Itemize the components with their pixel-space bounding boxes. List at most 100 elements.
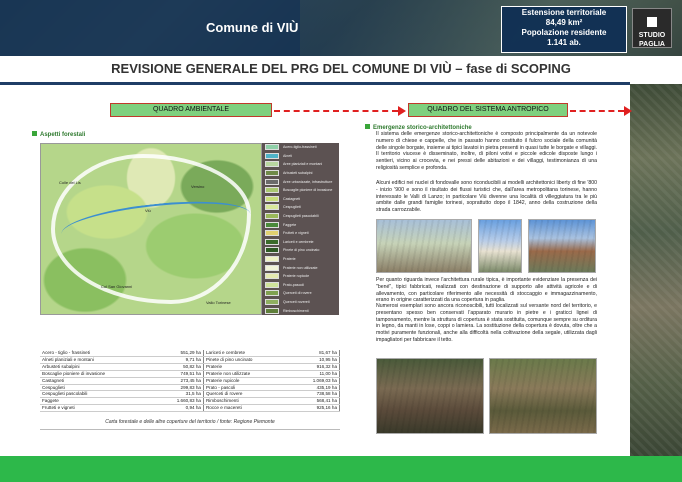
- map-caption: Carta forestale e delle altre coperture …: [105, 419, 275, 425]
- arrow-head-icon: [624, 106, 632, 116]
- quadro-ambientale-button[interactable]: QUADRO AMBIENTALE: [110, 103, 272, 117]
- legend-swatch: [265, 195, 279, 202]
- table-cell: Cespuglieti pascolabili: [40, 390, 155, 399]
- legend-label: Castagneti: [283, 196, 301, 201]
- forest-map: Viù Colle del Lis Versino Col San Giovan…: [40, 143, 262, 315]
- legend-item: Querceti rovereti: [262, 298, 339, 307]
- caption-rule: [40, 429, 340, 430]
- legend-swatch: [265, 178, 279, 185]
- table-row: Arbusteti subalpini 50,82 ha Praterie 916,3…: [40, 363, 341, 371]
- table-cell: 925,16 ha: [290, 404, 341, 413]
- legend-item: Praterie non utilizzate: [262, 263, 339, 272]
- table-row: Cespuglieti 299,83 ha Prato - pascoli 435,1…: [40, 384, 341, 392]
- table-cell: Praterie rupicole: [203, 377, 291, 385]
- map-legend: Acero-tiglio-frassineti Alneti Aree planiz…: [262, 143, 339, 315]
- photo-stone-building: [489, 358, 597, 434]
- left-heading-text: Aspetti forestali: [40, 132, 86, 138]
- legend-swatch: [265, 247, 279, 254]
- map-label: Versino: [191, 184, 205, 189]
- legend-item: Cespuglieti pascolabili: [262, 212, 339, 221]
- table-row: Frutteti e vigneti 0,94 ha Rocce e maceret…: [40, 404, 341, 413]
- bullet-square-icon: [365, 124, 370, 129]
- left-section-heading: Aspetti forestali: [32, 131, 85, 138]
- table-cell: 916,32 ha: [290, 363, 341, 371]
- legend-label: Prato-pascoli: [283, 282, 304, 287]
- legend-label: Boscaglie pioniere di invasione: [283, 188, 333, 193]
- legend-swatch: [265, 152, 279, 159]
- legend-item: Boscaglie pioniere di invasione: [262, 186, 339, 195]
- paragraph-bene: Numerosi esemplari sono ancora riconosci…: [376, 303, 597, 343]
- legend-swatch: [265, 290, 279, 297]
- table-cell: 11,00 ha: [290, 370, 341, 378]
- arrow-line: [274, 110, 398, 112]
- map-label: Colle del Lis: [59, 180, 81, 185]
- legend-label: Querceti di rovere: [283, 291, 312, 296]
- footer-bar: [0, 456, 682, 482]
- info-line: Popolazione residente: [521, 28, 607, 37]
- info-line: 84,49 km²: [545, 18, 583, 27]
- legend-label: Faggete: [283, 222, 297, 227]
- legend-label: Frutteti e vigneti: [283, 231, 309, 236]
- table-cell: Rimboschimenti: [203, 397, 291, 406]
- table-cell: 0,94 ha: [154, 404, 204, 413]
- territory-info-box: Estensione territoriale 84,49 km² Popola…: [501, 6, 627, 53]
- legend-swatch: [265, 144, 279, 151]
- legend-item: Frutteti e vigneti: [262, 229, 339, 238]
- legend-item: Prato-pascoli: [262, 281, 339, 290]
- table-cell: 435,19 ha: [290, 384, 341, 392]
- legend-item: Lariceti e cembrete: [262, 238, 339, 247]
- table-cell: Querceti di rovere: [203, 390, 291, 399]
- table-cell: Faggete: [40, 397, 155, 406]
- right-section-heading: Emergenze storico-architettoniche: [365, 124, 472, 131]
- legend-item: Aree urbanizzate, infrastrutture: [262, 177, 339, 186]
- arrow-line: [570, 110, 624, 112]
- legend-label: Praterie rupicole: [283, 274, 310, 279]
- table-row: Faggete 1.660,83 ha Rimboschimenti 568,41 h…: [40, 397, 341, 406]
- photo-liberty-villa: [376, 219, 472, 273]
- table-cell: Arbusteti subalpini: [40, 363, 155, 371]
- logo-square-icon: [647, 17, 657, 27]
- legend-item: Praterie: [262, 255, 339, 264]
- legend-label: Aree planiziali e montani: [283, 162, 323, 167]
- paragraph-rural: Per quanto riguarda invece l'architettur…: [376, 277, 597, 304]
- legend-label: Aree urbanizzate, infrastrutture: [283, 179, 333, 184]
- table-cell: 50,82 ha: [154, 363, 204, 371]
- legend-label: Cespuglieti: [283, 205, 301, 210]
- legend-swatch: [265, 281, 279, 288]
- table-cell: Frutteti e vigneti: [40, 404, 155, 413]
- table-cell: 1.660,83 ha: [154, 397, 204, 406]
- quadro-antropico-button[interactable]: QUADRO DEL SISTEMA ANTROPICO: [408, 103, 568, 117]
- legend-item: Arbusteti subalpini: [262, 169, 339, 178]
- page-title: REVISIONE GENERALE DEL PRG DEL COMUNE DI…: [111, 61, 571, 76]
- header-banner: Comune di VIÙ Estensione territoriale 84…: [0, 0, 682, 56]
- legend-item: Acero-tiglio-frassineti: [262, 143, 339, 152]
- info-line: 1.141 ab.: [547, 38, 581, 47]
- legend-swatch: [265, 256, 279, 263]
- table-cell: 31,5 ha: [154, 390, 204, 399]
- logo-text: PAGLIA: [639, 41, 665, 48]
- table-cell: Cespuglieti: [40, 384, 155, 392]
- table-cell: Praterie: [203, 363, 291, 371]
- legend-label: Rimboschimenti: [283, 308, 309, 313]
- table-cell: 273,45 ha: [154, 377, 204, 385]
- photo-villa-facade: [478, 219, 522, 273]
- legend-swatch: [265, 213, 279, 220]
- legend-item: Pinete di pino uncinato: [262, 246, 339, 255]
- legend-item: Aree planiziali e montani: [262, 160, 339, 169]
- legend-label: Pinete di pino uncinato: [283, 248, 320, 253]
- legend-swatch: [265, 221, 279, 228]
- legend-swatch: [265, 161, 279, 168]
- table-cell: Rocce e macereti: [203, 404, 291, 413]
- studio-logo: STUDIO PAGLIA: [632, 8, 672, 48]
- legend-item: Rimboschimenti: [262, 306, 339, 315]
- legend-item: Faggete: [262, 220, 339, 229]
- table-row: Castagneti 273,45 ha Praterie rupicole 1.06…: [40, 377, 341, 385]
- legend-item: Castagneti: [262, 195, 339, 204]
- table-cell: Praterie non utilizzate: [203, 370, 291, 378]
- info-line: Estensione territoriale: [521, 8, 607, 17]
- map-label: Viù: [145, 208, 151, 213]
- table-cell: Prato - pascoli: [203, 384, 291, 392]
- legend-label: Querceti rovereti: [283, 299, 310, 304]
- legend-swatch: [265, 204, 279, 211]
- bullet-square-icon: [32, 131, 37, 136]
